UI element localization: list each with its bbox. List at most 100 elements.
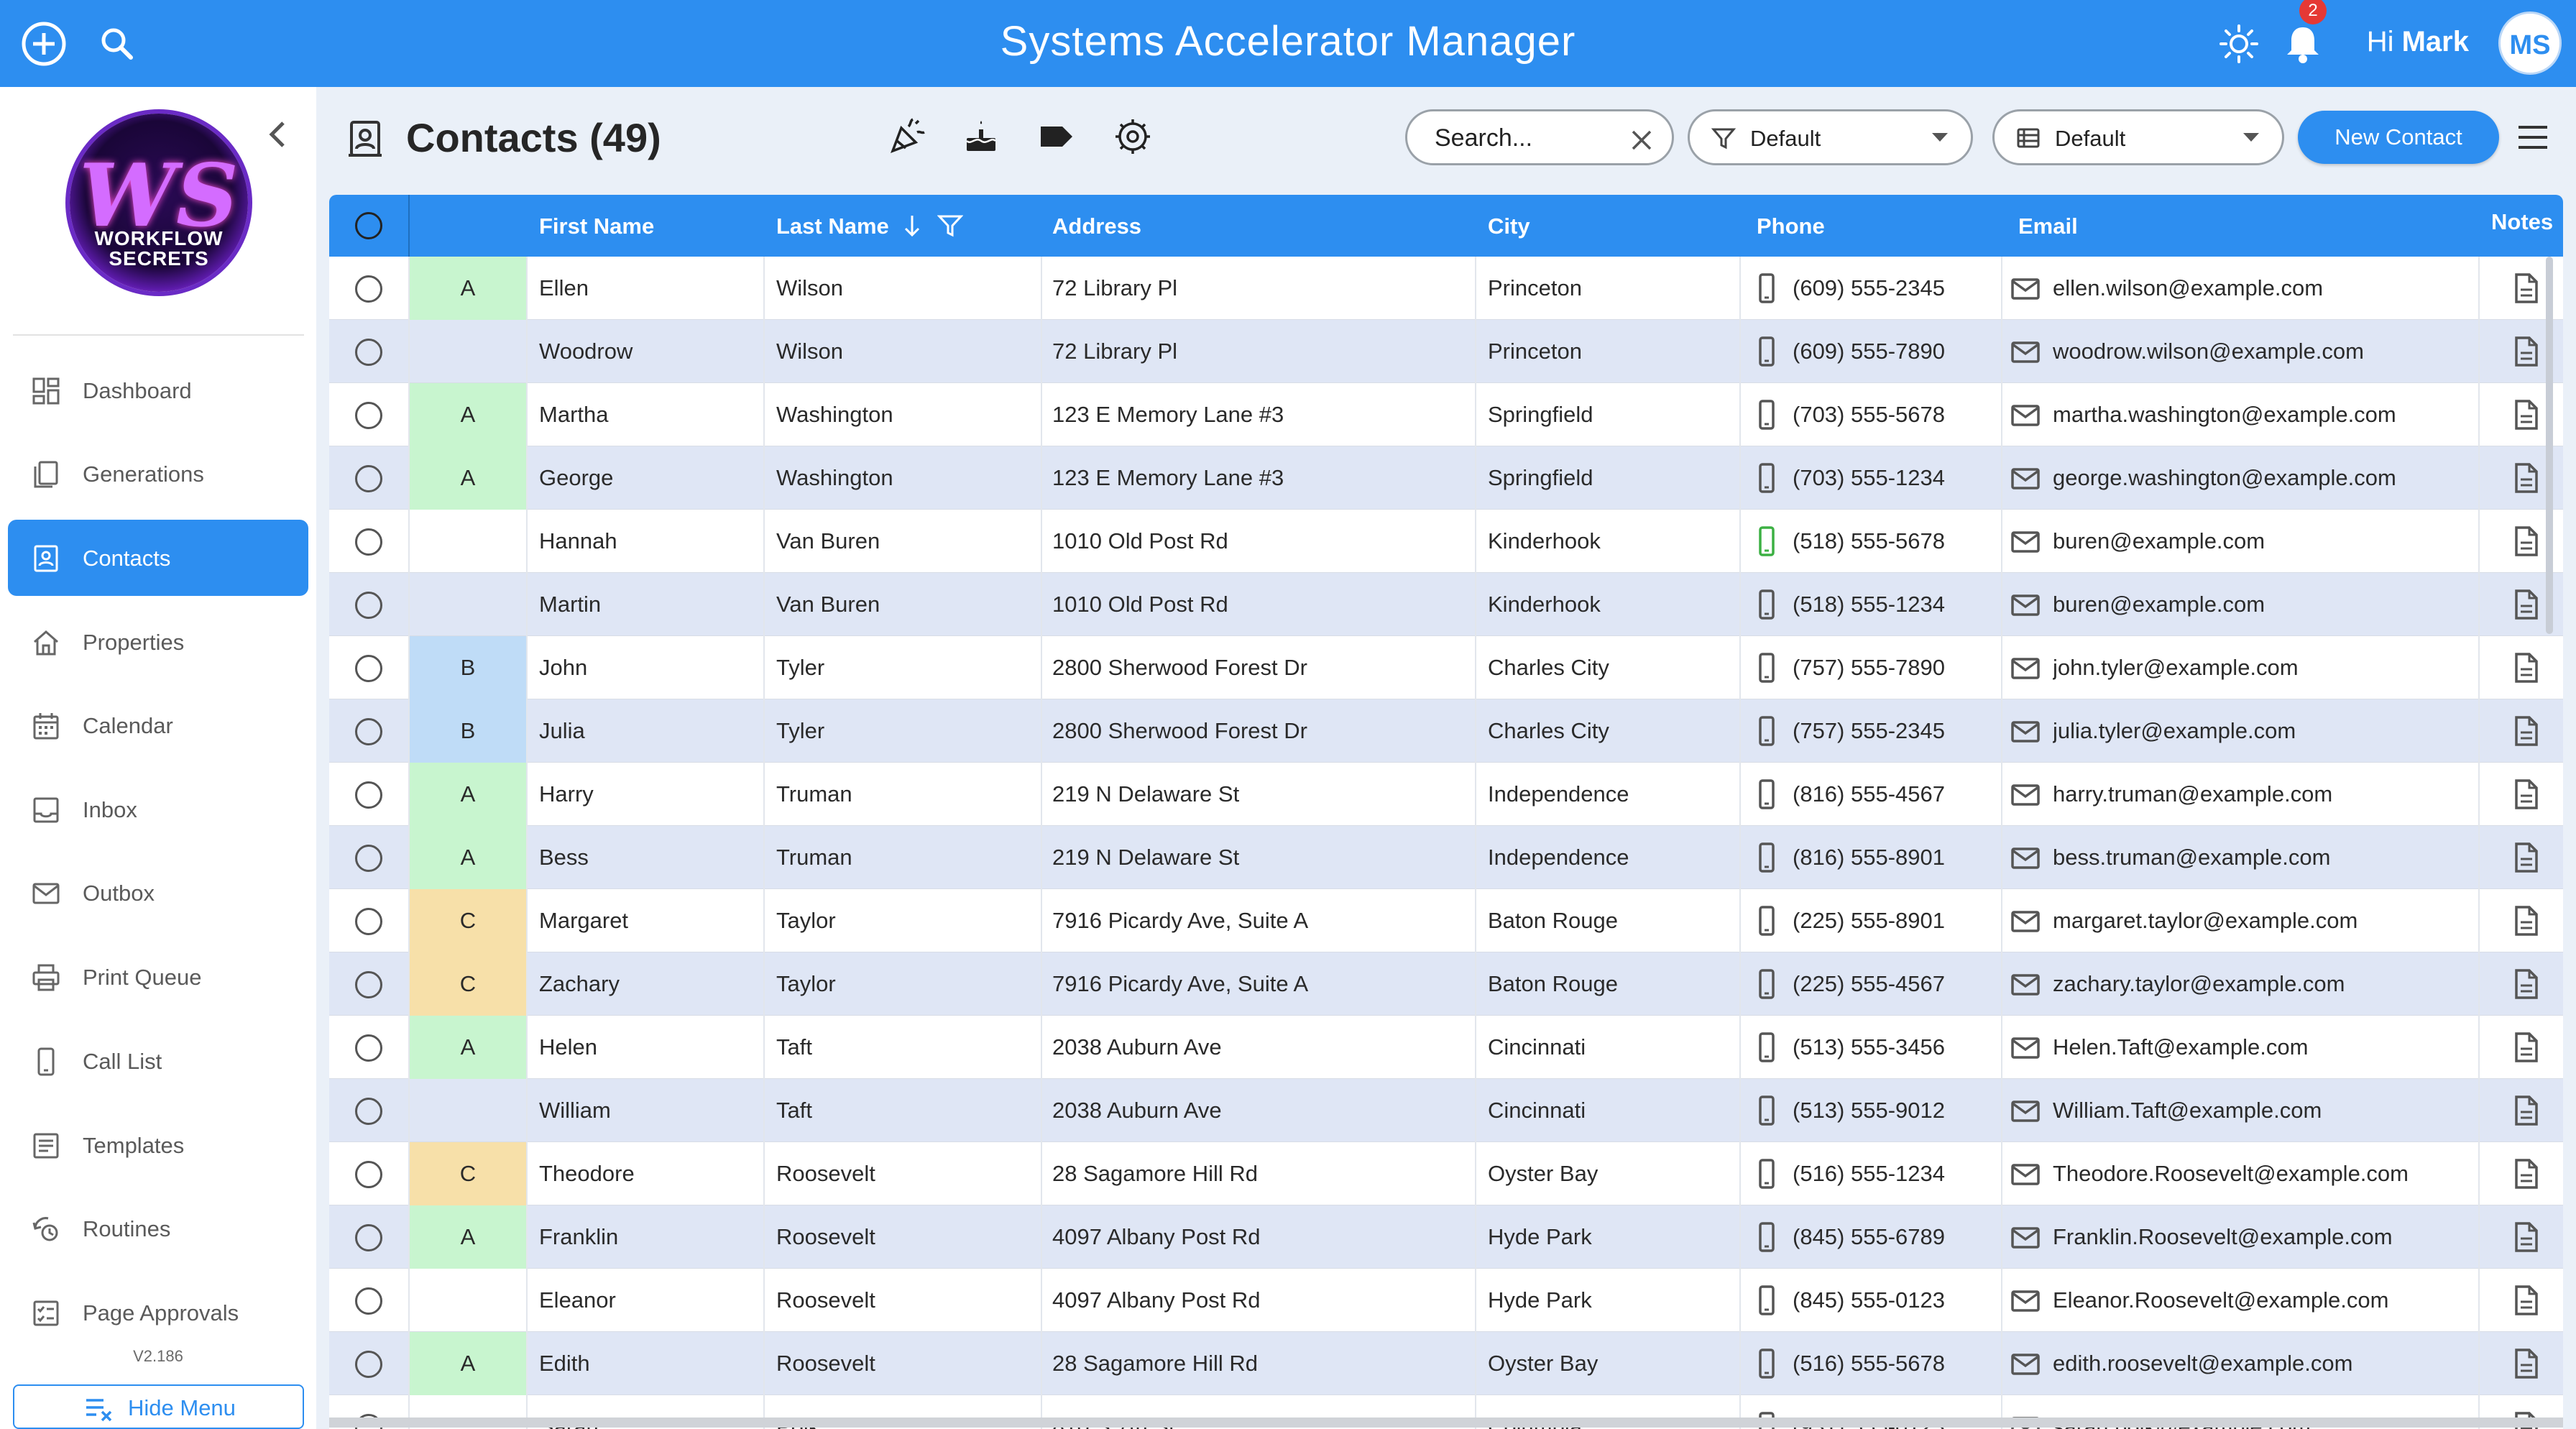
new-contact-button[interactable]: New Contact <box>2298 111 2499 164</box>
notes-document-icon[interactable] <box>2511 842 2540 873</box>
row-select-radio[interactable] <box>355 275 382 303</box>
table-row[interactable]: A Edith Roosevelt 28 Sagamore Hill Rd Oyster… <box>329 1332 2563 1395</box>
row-select-radio[interactable] <box>355 971 382 998</box>
notes-document-icon[interactable] <box>2511 968 2540 1000</box>
sidebar-item-call-list[interactable]: Call List <box>8 1023 308 1099</box>
header-last-name[interactable]: Last Name <box>776 213 889 239</box>
cell-phone[interactable]: (518) 555-5678 <box>1793 510 1994 573</box>
table-row[interactable]: Eleanor Roosevelt 4097 Albany Post Rd Hyde … <box>329 1269 2563 1332</box>
row-select-radio[interactable] <box>355 1287 382 1315</box>
view-dropdown[interactable]: Default <box>1992 109 2284 165</box>
phone-icon[interactable] <box>1752 842 1781 873</box>
cell-phone[interactable]: (845) 555-0123 <box>1793 1269 1994 1332</box>
notes-document-icon[interactable] <box>2511 399 2540 431</box>
notes-document-icon[interactable] <box>2511 1158 2540 1190</box>
table-row[interactable]: B Julia Tyler 2800 Sherwood Forest Dr Charle… <box>329 699 2563 763</box>
row-select-radio[interactable] <box>355 1351 382 1378</box>
column-filter-icon[interactable] <box>937 213 963 238</box>
hamburger-menu-icon[interactable] <box>2517 124 2549 151</box>
row-select-radio[interactable] <box>355 781 382 809</box>
horizontal-scrollbar[interactable] <box>329 1417 2563 1428</box>
row-select-radio[interactable] <box>355 1034 382 1062</box>
table-row[interactable]: A Franklin Roosevelt 4097 Albany Post Rd Hyd… <box>329 1205 2563 1269</box>
cell-email[interactable]: edith.roosevelt@example.com <box>2053 1332 2470 1395</box>
brightness-icon[interactable] <box>2214 19 2264 69</box>
sidebar-item-properties[interactable]: Properties <box>8 604 308 680</box>
header-email[interactable]: Email <box>2018 213 2078 239</box>
phone-icon[interactable] <box>1752 652 1781 684</box>
phone-icon[interactable] <box>1752 525 1781 557</box>
phone-icon[interactable] <box>1752 1158 1781 1190</box>
table-row[interactable]: Martin Van Buren 1010 Old Post Rd Kinderhoo… <box>329 573 2563 636</box>
cell-phone[interactable]: (513) 555-3456 <box>1793 1016 1994 1079</box>
cell-phone[interactable]: (225) 555-8901 <box>1793 889 1994 952</box>
sort-descending-arrow-icon[interactable] <box>902 213 922 238</box>
table-row[interactable]: Woodrow Wilson 72 Library Pl Princeton (609)… <box>329 320 2563 383</box>
email-icon[interactable] <box>2011 1221 2040 1253</box>
phone-icon[interactable] <box>1752 1031 1781 1063</box>
email-icon[interactable] <box>2011 715 2040 747</box>
email-icon[interactable] <box>2011 1031 2040 1063</box>
table-row[interactable]: C Theodore Roosevelt 28 Sagamore Hill Rd Oys… <box>329 1142 2563 1205</box>
row-select-radio[interactable] <box>355 718 382 745</box>
cell-phone[interactable]: (518) 555-1234 <box>1793 573 1994 636</box>
header-phone[interactable]: Phone <box>1757 213 1825 239</box>
notes-document-icon[interactable] <box>2511 1221 2540 1253</box>
notes-document-icon[interactable] <box>2511 525 2540 557</box>
celebration-icon[interactable] <box>887 116 927 157</box>
settings-gear-icon[interactable] <box>1113 116 1153 157</box>
row-select-radio[interactable] <box>355 339 382 366</box>
table-row[interactable]: A Ellen Wilson 72 Library Pl Princeton (609) … <box>329 257 2563 320</box>
user-avatar[interactable]: MS <box>2498 12 2562 75</box>
email-icon[interactable] <box>2011 336 2040 367</box>
email-icon[interactable] <box>2011 462 2040 494</box>
cell-email[interactable]: woodrow.wilson@example.com <box>2053 320 2470 383</box>
table-row[interactable]: A Harry Truman 219 N Delaware St Independenc… <box>329 763 2563 826</box>
collapse-sidebar-chevron-icon[interactable] <box>263 113 292 156</box>
table-row[interactable]: Hannah Van Buren 1010 Old Post Rd Kinderhoo… <box>329 510 2563 573</box>
cell-phone[interactable]: (609) 555-2345 <box>1793 257 1994 320</box>
cell-email[interactable]: zachary.taylor@example.com <box>2053 952 2470 1016</box>
sidebar-item-inbox[interactable]: Inbox <box>8 771 308 847</box>
birthday-cake-icon[interactable] <box>961 116 1001 157</box>
email-icon[interactable] <box>2011 399 2040 431</box>
notes-document-icon[interactable] <box>2511 272 2540 304</box>
cell-email[interactable]: john.tyler@example.com <box>2053 636 2470 699</box>
sidebar-item-generations[interactable]: Generations <box>8 436 308 512</box>
phone-icon[interactable] <box>1752 1095 1781 1126</box>
notes-document-icon[interactable] <box>2511 589 2540 620</box>
notes-document-icon[interactable] <box>2511 778 2540 810</box>
email-icon[interactable] <box>2011 1095 2040 1126</box>
sidebar-item-outbox[interactable]: Outbox <box>8 855 308 931</box>
phone-icon[interactable] <box>1752 272 1781 304</box>
table-row[interactable]: A Bess Truman 219 N Delaware St Independence… <box>329 826 2563 889</box>
cell-email[interactable]: buren@example.com <box>2053 510 2470 573</box>
email-icon[interactable] <box>2011 842 2040 873</box>
notes-document-icon[interactable] <box>2511 1031 2540 1063</box>
notes-document-icon[interactable] <box>2511 715 2540 747</box>
phone-icon[interactable] <box>1752 399 1781 431</box>
sidebar-item-templates[interactable]: Templates <box>8 1107 308 1183</box>
email-icon[interactable] <box>2011 1348 2040 1379</box>
notes-document-icon[interactable] <box>2511 905 2540 937</box>
table-row[interactable]: A Helen Taft 2038 Auburn Ave Cincinnati (513)… <box>329 1016 2563 1079</box>
cell-phone[interactable]: (225) 555-4567 <box>1793 952 1994 1016</box>
notifications-bell-icon[interactable] <box>2278 19 2328 69</box>
cell-email[interactable]: Franklin.Roosevelt@example.com <box>2053 1205 2470 1269</box>
email-icon[interactable] <box>2011 905 2040 937</box>
cell-email[interactable]: bess.truman@example.com <box>2053 826 2470 889</box>
row-select-radio[interactable] <box>355 655 382 682</box>
table-row[interactable]: William Taft 2038 Auburn Ave Cincinnati (513… <box>329 1079 2563 1142</box>
cell-email[interactable]: William.Taft@example.com <box>2053 1079 2470 1142</box>
row-select-radio[interactable] <box>355 1224 382 1251</box>
filter-dropdown[interactable]: Default <box>1688 109 1973 165</box>
clear-search-icon[interactable] <box>1627 126 1656 155</box>
header-first-name[interactable]: First Name <box>539 213 654 239</box>
header-address[interactable]: Address <box>1052 213 1141 239</box>
email-icon[interactable] <box>2011 589 2040 620</box>
cell-email[interactable]: harry.truman@example.com <box>2053 763 2470 826</box>
row-select-radio[interactable] <box>355 1098 382 1125</box>
vertical-scrollbar[interactable] <box>2546 257 2553 634</box>
cell-phone[interactable]: (703) 555-5678 <box>1793 383 1994 446</box>
cell-phone[interactable]: (757) 555-2345 <box>1793 699 1994 763</box>
